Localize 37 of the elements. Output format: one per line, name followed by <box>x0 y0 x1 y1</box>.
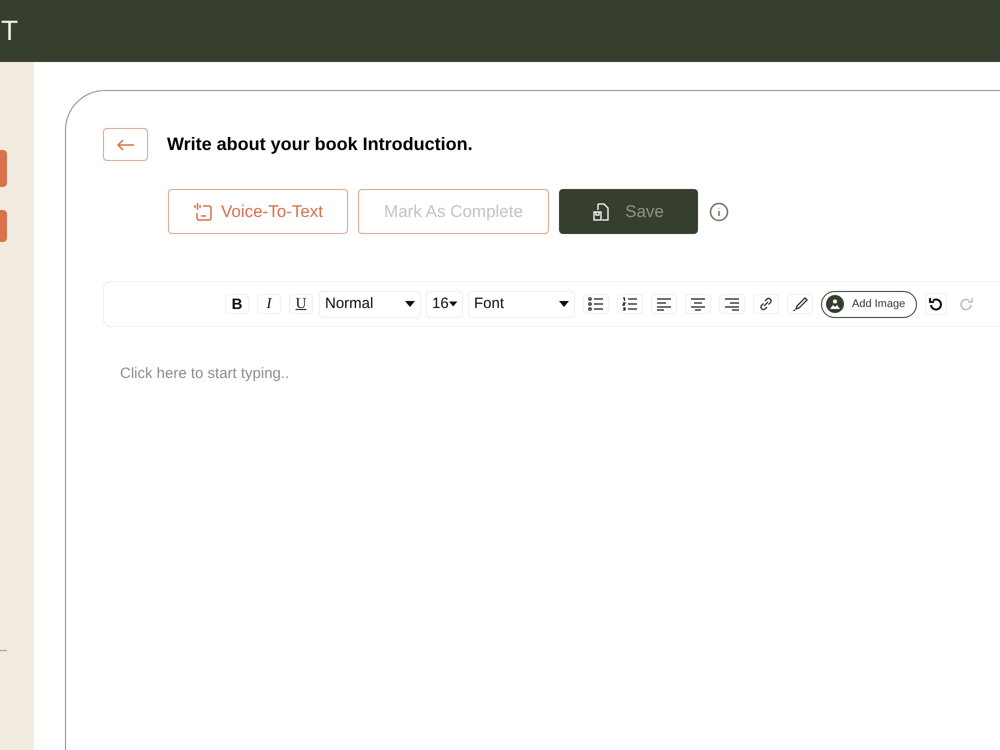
dropdown[interactable]: 16 <box>426 290 463 318</box>
link-icon <box>758 297 774 311</box>
caret-icon <box>448 301 457 307</box>
format-button[interactable]: U <box>289 294 313 314</box>
info-icon[interactable] <box>709 202 729 222</box>
dropdown[interactable]: Font <box>468 290 575 318</box>
caret-icon <box>559 301 569 307</box>
bullet-list-button[interactable] <box>583 294 609 314</box>
numbered-list-button[interactable] <box>617 294 643 314</box>
align-right-button[interactable] <box>719 294 745 314</box>
arrow-left-icon <box>116 138 134 150</box>
align-center-icon <box>690 297 706 311</box>
format-button[interactable]: B <box>225 294 249 314</box>
voice-icon <box>192 202 213 222</box>
link-button[interactable] <box>753 294 779 314</box>
undo-icon <box>929 297 944 311</box>
align-center-button[interactable] <box>685 294 711 314</box>
caret-icon <box>405 301 415 307</box>
pen-icon <box>792 297 808 311</box>
image-icon <box>826 295 844 313</box>
redo-icon <box>959 297 974 311</box>
numbered-list-icon <box>622 297 638 311</box>
align-left-button[interactable] <box>651 294 677 314</box>
pen-button[interactable] <box>787 294 813 314</box>
dropdown[interactable]: Normal <box>319 290 421 318</box>
editor-title: Write about your book Introduction. <box>167 133 473 156</box>
back-button[interactable] <box>103 128 148 161</box>
undo-button[interactable] <box>925 293 948 315</box>
bullet-list-icon <box>588 297 604 311</box>
format-button[interactable]: I <box>257 294 281 314</box>
app-title: T <box>1 14 18 48</box>
add-image-button[interactable]: Add Image <box>821 290 918 318</box>
editor-text-field[interactable]: Click here to start typing.. <box>120 363 720 386</box>
align-right-icon <box>724 297 740 311</box>
sidebar-tab[interactable] <box>0 210 7 242</box>
align-left-icon <box>656 297 672 311</box>
save-file-icon <box>593 202 610 220</box>
